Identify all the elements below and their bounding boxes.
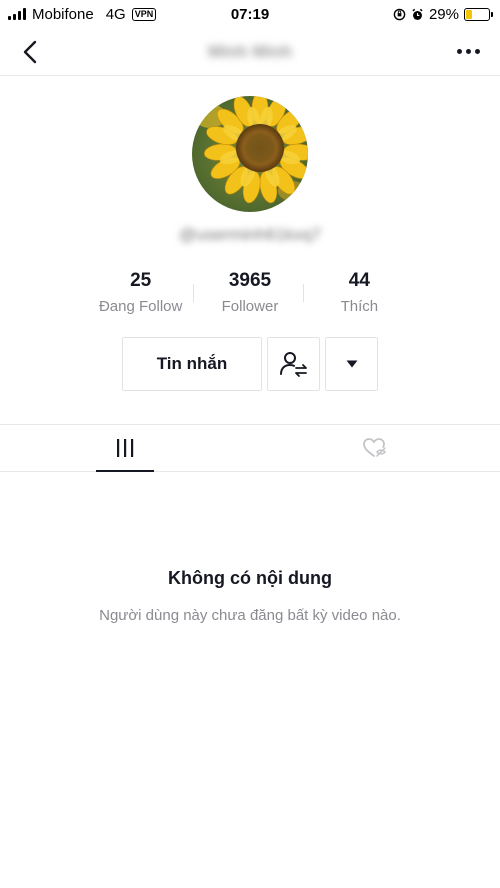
stat-following[interactable]: 25 Đang Follow	[86, 268, 195, 322]
alarm-icon	[412, 8, 423, 20]
follow-status-button[interactable]	[267, 337, 320, 391]
tab-liked[interactable]	[250, 425, 500, 471]
profile-tabs	[0, 424, 500, 472]
network-type: 4G	[105, 5, 126, 23]
liked-hidden-icon	[363, 438, 386, 457]
caret-down-icon	[346, 360, 357, 368]
sunflower-image	[192, 96, 308, 212]
more-profile-button[interactable]	[325, 337, 378, 391]
battery-icon	[464, 7, 493, 21]
empty-state-subtitle: Người dùng này chưa đăng bất kỳ video nà…	[99, 607, 401, 624]
avatar[interactable]	[192, 96, 308, 212]
more-horizontal-icon	[456, 49, 462, 54]
active-tab-indicator	[96, 470, 154, 472]
user-switch-icon	[279, 352, 307, 377]
username: @userminh61kxq7	[179, 225, 321, 244]
stat-value: 44	[348, 270, 370, 291]
status-right: 29%	[393, 5, 493, 23]
battery-percent: 29%	[428, 5, 459, 23]
tab-videos[interactable]	[0, 425, 250, 472]
stat-label: Follower	[221, 298, 279, 315]
back-button[interactable]	[16, 38, 44, 66]
stat-likes[interactable]: 44 Thích	[302, 268, 414, 322]
vpn-badge: VPN	[131, 7, 157, 21]
message-button[interactable]: Tin nhắn	[122, 337, 262, 391]
nav-header: Minh Minh	[0, 28, 500, 76]
stat-value: 3965	[228, 270, 272, 291]
videos-grid-icon	[117, 439, 134, 457]
empty-state-title: Không có nội dung	[168, 568, 332, 588]
stat-label: Thích	[340, 298, 379, 315]
orientation-lock-icon	[393, 8, 406, 20]
stat-label: Đang Follow	[98, 298, 183, 315]
status-left: Mobifone 4G VPN	[8, 5, 157, 23]
stat-value: 25	[130, 270, 152, 291]
profile-stats: 25 Đang Follow 3965 Follower 44 Thích	[86, 268, 414, 322]
profile-actions: Tin nhắn	[122, 337, 378, 391]
signal-icon	[8, 8, 26, 20]
chevron-left-icon	[23, 40, 37, 63]
carrier-name: Mobifone	[32, 5, 94, 23]
stat-followers[interactable]: 3965 Follower	[193, 268, 304, 322]
more-options-button[interactable]	[452, 38, 484, 66]
status-bar: Mobifone 4G VPN 07:19 29%	[0, 0, 500, 28]
battery-level	[466, 9, 473, 19]
profile-name-title: Minh Minh	[207, 41, 293, 61]
